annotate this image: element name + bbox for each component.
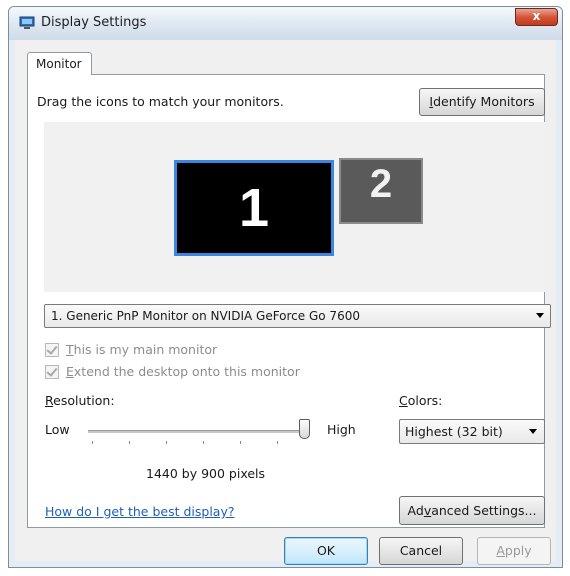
resolution-slider-thumb[interactable] bbox=[299, 419, 310, 439]
resolution-label: Resolution: bbox=[45, 393, 115, 408]
main-monitor-label: This is my main monitor bbox=[66, 342, 218, 357]
main-monitor-checkbox[interactable] bbox=[45, 343, 59, 357]
monitor-2-number: 2 bbox=[369, 162, 393, 206]
tab-monitor[interactable]: Monitor bbox=[27, 52, 92, 75]
slider-tick bbox=[166, 441, 167, 444]
best-display-help-link[interactable]: How do I get the best display? bbox=[45, 504, 234, 519]
close-button[interactable]: x bbox=[515, 8, 558, 26]
extend-desktop-label: Extend the desktop onto this monitor bbox=[66, 364, 300, 379]
display-select[interactable]: 1. Generic PnP Monitor on NVIDIA GeForce… bbox=[44, 304, 551, 328]
resolution-low-label: Low bbox=[45, 422, 70, 437]
ok-button[interactable]: OK bbox=[284, 537, 368, 565]
monitor-1-number: 1 bbox=[238, 178, 270, 238]
display-settings-window: Display Settings x Monitor Drag the icon… bbox=[8, 6, 563, 568]
chevron-down-icon bbox=[536, 313, 544, 318]
identify-monitors-button[interactable]: Identify Monitors bbox=[419, 88, 545, 116]
advanced-settings-button[interactable]: Advanced Settings... bbox=[399, 496, 545, 525]
tab-monitor-label: Monitor bbox=[36, 57, 82, 71]
colors-select-value: Highest (32 bit) bbox=[405, 424, 503, 439]
resolution-slider-track[interactable] bbox=[88, 430, 310, 433]
resolution-value: 1440 by 900 pixels bbox=[146, 466, 266, 481]
slider-tick bbox=[129, 441, 130, 444]
extend-desktop-checkbox[interactable] bbox=[45, 365, 59, 379]
slider-tick bbox=[92, 441, 93, 444]
display-settings-icon bbox=[19, 16, 35, 29]
title-bar[interactable]: Display Settings x bbox=[9, 7, 562, 40]
close-icon: x bbox=[532, 9, 541, 23]
cancel-button[interactable]: Cancel bbox=[379, 537, 463, 565]
apply-button[interactable]: Apply bbox=[477, 537, 551, 565]
colors-select[interactable]: Highest (32 bit) bbox=[399, 419, 545, 444]
chevron-down-icon bbox=[529, 429, 537, 434]
slider-tick bbox=[240, 441, 241, 444]
dialog-body: Monitor Drag the icons to match your mon… bbox=[15, 40, 556, 565]
colors-label: Colors: bbox=[399, 393, 443, 408]
display-select-value: 1. Generic PnP Monitor on NVIDIA GeForce… bbox=[51, 309, 360, 323]
drag-instruction: Drag the icons to match your monitors. bbox=[37, 94, 284, 109]
monitor-2-icon[interactable]: 2 bbox=[339, 158, 423, 224]
window-title: Display Settings bbox=[41, 15, 147, 30]
resolution-high-label: High bbox=[327, 422, 356, 437]
monitor-1-icon[interactable]: 1 bbox=[174, 160, 334, 256]
slider-tick bbox=[277, 441, 278, 444]
slider-tick bbox=[203, 441, 204, 444]
